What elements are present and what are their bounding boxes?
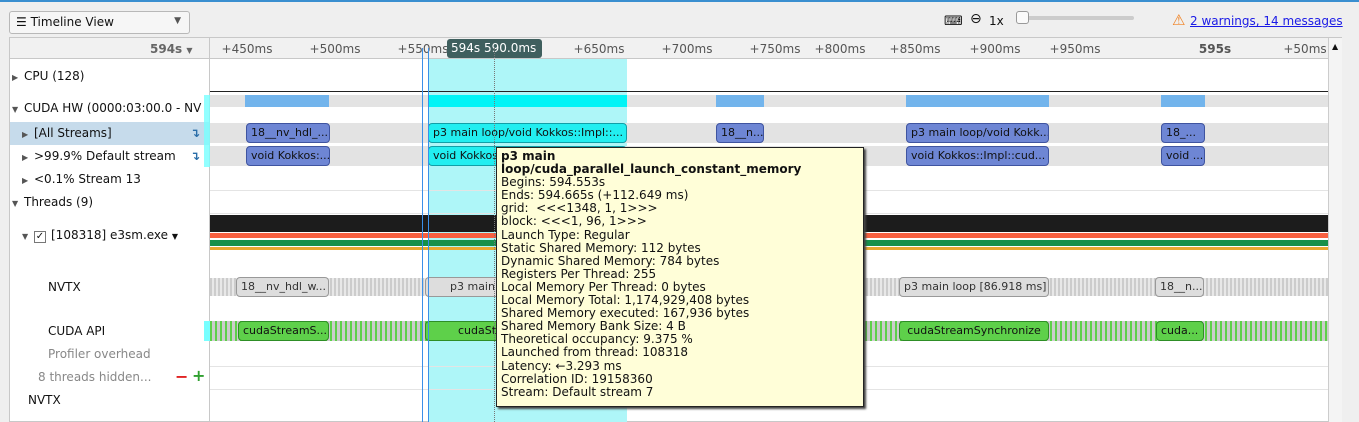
thread-checkbox[interactable]: ✓ xyxy=(34,231,46,243)
chevron-down-icon: ▼ xyxy=(174,16,181,26)
tree-default-stream[interactable]: ▶ >99.9% Default stream ↴ xyxy=(22,149,221,163)
tree-stream-13[interactable]: ▶ <0.1% Stream 13 xyxy=(22,172,221,186)
cuda-api-call[interactable]: cuda... xyxy=(1156,321,1204,341)
tree-all-streams[interactable]: ▶ [All Streams] ↴ xyxy=(22,126,221,140)
kernel-bar-selected[interactable]: p3 main loop/void Kokkos::Impl::... xyxy=(428,123,627,143)
zoom-value: 1x xyxy=(989,14,1004,28)
nvtx-range[interactable]: 18__nv_hdl_w... xyxy=(236,277,329,297)
cuda-api-call[interactable]: cudaStreamSynchronize xyxy=(899,321,1049,341)
hover-line xyxy=(494,48,495,422)
tree-cpu[interactable]: ▶ CPU (128) xyxy=(12,69,211,83)
kernel-bar[interactable]: 18__n... xyxy=(716,123,764,143)
cursor-line xyxy=(428,48,429,422)
zoom-out-icon[interactable]: ⊖ xyxy=(970,11,982,27)
flow-arrow-icon[interactable]: ↴ xyxy=(190,149,200,163)
nvtx-range[interactable]: p3 main loop [86.918 ms] xyxy=(899,277,1049,297)
tick-label: +700ms xyxy=(661,42,713,56)
kernel-tooltip: p3 main loop/cuda_parallel_launch_consta… xyxy=(496,147,864,407)
tick-label: +950ms xyxy=(1049,42,1101,56)
tick-label: +550ms xyxy=(397,42,449,56)
tick-label: +500ms xyxy=(309,42,361,56)
view-selector[interactable]: ☰ Timeline View ▼ xyxy=(9,11,190,34)
cursor-line xyxy=(422,48,423,422)
keyboard-icon[interactable]: ⌨ xyxy=(944,14,963,29)
tooltip-title: p3 main loop/cuda_parallel_launch_consta… xyxy=(501,149,802,177)
tooltip-line: Dynamic Shared Memory: 784 bytes xyxy=(501,253,720,268)
kernel-bar[interactable]: p3 main loop/void Kokk... xyxy=(906,123,1049,143)
tooltip-line: Static Shared Memory: 112 bytes xyxy=(501,240,701,255)
tick-label: +650ms xyxy=(573,42,625,56)
tick-label: +750ms xyxy=(749,42,801,56)
warnings-link[interactable]: 2 warnings, 14 messages xyxy=(1190,14,1343,28)
tooltip-line: Launch Type: Regular xyxy=(501,227,630,242)
view-label: Timeline View xyxy=(30,15,114,29)
tick-label: +900ms xyxy=(969,42,1021,56)
nvtx-range[interactable]: 18__n... xyxy=(1155,277,1204,297)
tooltip-line: block: <<<1, 96, 1>>> xyxy=(501,214,647,229)
tick-label: +800ms xyxy=(814,42,866,56)
chevron-down-icon[interactable]: ▼ xyxy=(172,232,178,241)
tick-label: 595s xyxy=(1198,42,1232,56)
flow-arrow-icon[interactable]: ↴ xyxy=(190,126,200,140)
kernel-bar[interactable]: 18__nv_hdl_... xyxy=(246,123,330,143)
tooltip-line: Correlation ID: 19158360 xyxy=(501,371,653,386)
hide-threads-button[interactable]: − xyxy=(175,367,188,386)
tooltip-line: Latency: ←3.293 ms xyxy=(501,358,622,373)
menu-icon: ☰ xyxy=(16,15,31,29)
vertical-scrollbar[interactable]: ▲ xyxy=(1328,38,1342,422)
tick-label: +50ms xyxy=(1283,42,1327,56)
tooltip-line: Registers Per Thread: 255 xyxy=(501,266,657,281)
cuda-api-call[interactable]: cudaStreamS... xyxy=(238,321,329,341)
tooltip-line: Stream: Default stream 7 xyxy=(501,384,654,399)
divider xyxy=(210,91,1328,92)
tree-nvtx-2[interactable]: NVTX xyxy=(28,393,227,407)
kernel-bar[interactable]: 18_... xyxy=(1161,123,1205,143)
tree-hidden-threads[interactable]: 8 threads hidden... xyxy=(38,370,237,384)
tree-cuda-hw[interactable]: ▼ CUDA HW (0000:03:00.0 - NV xyxy=(12,101,205,115)
zoom-slider-handle[interactable] xyxy=(1016,11,1029,24)
gpu-usage xyxy=(906,95,1049,107)
gpu-usage xyxy=(716,95,764,107)
time-ruler[interactable]: +450ms +500ms +550ms +650ms +700ms +750m… xyxy=(10,38,1328,59)
gpu-usage xyxy=(1161,95,1205,107)
gpu-usage xyxy=(245,95,329,107)
show-threads-button[interactable]: + xyxy=(192,366,205,385)
gpu-usage xyxy=(428,95,627,107)
tooltip-line: Launched from thread: 108318 xyxy=(501,345,689,360)
tree-profiler-overhead[interactable]: Profiler overhead xyxy=(48,347,247,361)
tree-process[interactable]: ▼ ✓ [108318] e3sm.exe ▼ xyxy=(22,228,221,243)
kernel-bar[interactable]: void ... xyxy=(1161,146,1205,166)
tick-label: +850ms xyxy=(889,42,941,56)
kernel-bar[interactable]: void Kokkos::Impl::cud... xyxy=(906,146,1049,166)
top-border xyxy=(0,0,1359,2)
kernel-bar[interactable]: void Kokkos:... xyxy=(246,146,330,166)
warning-icon: ⚠ xyxy=(1172,11,1186,29)
tree-threads[interactable]: ▼ Threads (9) xyxy=(12,195,211,209)
ruler-base-time[interactable]: 594s ▼ xyxy=(150,42,193,56)
tick-label: +450ms xyxy=(221,42,273,56)
zoom-slider[interactable] xyxy=(1017,16,1134,20)
